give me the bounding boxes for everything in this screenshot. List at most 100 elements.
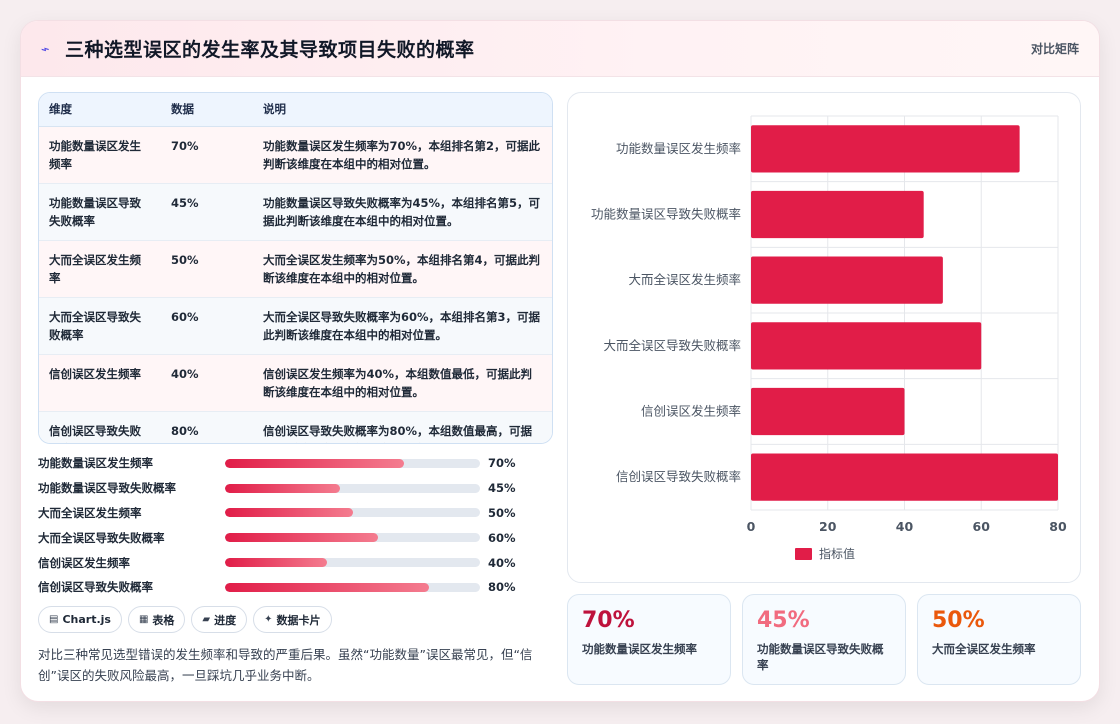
x-tick-label: 60 — [973, 519, 991, 534]
cell-value: 80% — [171, 423, 199, 438]
legend-label: 指标值 — [819, 546, 855, 561]
bar — [751, 322, 982, 370]
x-tick-label: 20 — [819, 519, 837, 534]
column-header-dimension: 维度 — [39, 93, 161, 127]
category-label: 功能数量误区发生频率 — [616, 141, 741, 156]
table-row: 信创误区导致失败概率 80% 信创误区导致失败概率为80%，本组数值最高，可据此判断… — [39, 411, 552, 444]
chip-row: ▤ Chart.js ▦ 表格 ▰ 进度 ✦ 数据卡片 — [38, 606, 332, 633]
category-label: 信创误区导致失败概率 — [616, 469, 741, 484]
progress-row: 大而全误区发生频率 50% — [38, 501, 553, 526]
progress-fill — [225, 508, 353, 518]
bar — [751, 256, 943, 304]
progress-track — [225, 508, 480, 518]
chip-label: 进度 — [214, 613, 237, 627]
chip-label: Chart.js — [62, 613, 111, 626]
bar — [751, 453, 1058, 501]
chip-progress[interactable]: ▰ 进度 — [191, 606, 248, 633]
data-table-container: 维度 数据 说明 功能数量误区发生频率 70% 功能数量误区发生频率为70%，本组排… — [38, 92, 553, 444]
cell-description: 信创误区发生频率为40%，本组数值最低，可据此判断该维度在本组中的相对位置。 — [263, 366, 533, 399]
cell-value: 45% — [171, 195, 199, 210]
progress-fill — [225, 558, 327, 568]
chip-table[interactable]: ▦ 表格 — [127, 606, 186, 633]
cell-dimension: 大而全误区导致失败概率 — [49, 309, 141, 342]
cell-dimension: 功能数量误区发生频率 — [49, 138, 141, 171]
stat-label: 功能数量误区发生频率 — [582, 642, 697, 656]
progress-value: 70% — [488, 456, 516, 471]
chip-label: 数据卡片 — [276, 613, 321, 627]
progress-track — [225, 558, 480, 568]
progress-label: 功能数量误区发生频率 — [38, 456, 153, 471]
stat-card: 50% 大而全误区发生频率 — [917, 594, 1081, 685]
stat-card: 45% 功能数量误区导致失败概率 — [742, 594, 906, 685]
cell-value: 70% — [171, 138, 199, 153]
table-row: 功能数量误区发生频率 70% 功能数量误区发生频率为70%，本组排名第2，可据此判断… — [39, 126, 552, 183]
summary-text: 对比三种常见选型错误的发生频率和导致的严重后果。虽然“功能数量”误区最常见，但“… — [38, 647, 533, 683]
progress-fill — [225, 483, 340, 493]
column-header-description: 说明 — [253, 93, 552, 127]
cell-value: 60% — [171, 309, 199, 324]
bar — [751, 190, 924, 239]
progress-value: 40% — [488, 555, 516, 570]
progress-track — [225, 458, 480, 468]
x-tick-label: 80 — [1049, 519, 1067, 534]
cell-value: 50% — [171, 252, 199, 267]
progress-fill — [225, 458, 404, 468]
table-row: 大而全误区导致失败概率 60% 大而全误区导致失败概率为60%，本组排名第3，可据此… — [39, 297, 552, 354]
cell-description: 信创误区导致失败概率为80%，本组数值最高，可据此判断该维度在本组中的相对位置。 — [263, 423, 533, 444]
stat-value: 70% — [582, 608, 635, 633]
stat-value: 45% — [757, 608, 810, 633]
chip-label: 表格 — [152, 613, 175, 627]
progress-row: 大而全误区导致失败概率 60% — [38, 525, 553, 550]
progress-label: 信创误区发生频率 — [38, 555, 130, 570]
chip-chart[interactable]: ▤ Chart.js — [38, 606, 122, 633]
cell-dimension: 信创误区发生频率 — [49, 366, 141, 381]
x-tick-label: 0 — [747, 519, 756, 534]
progress-value: 60% — [488, 530, 516, 545]
progress-row: 功能数量误区发生频率 70% — [38, 451, 553, 476]
stat-label: 大而全误区发生频率 — [932, 642, 1036, 656]
progress-label: 信创误区导致失败概率 — [38, 580, 153, 595]
column-header-data: 数据 — [161, 93, 253, 127]
stat-value: 50% — [932, 608, 985, 633]
bar — [751, 387, 905, 436]
progress-row: 功能数量误区导致失败概率 45% — [38, 476, 553, 501]
table-row: 功能数量误区导致失败概率 45% 功能数量误区导致失败概率为45%，本组排名第5，可… — [39, 183, 552, 240]
cell-description: 功能数量误区发生频率为70%，本组排名第2，可据此判断该维度在本组中的相对位置。 — [263, 138, 541, 171]
x-tick-label: 40 — [896, 519, 914, 534]
cell-description: 大而全误区导致失败概率为60%，本组排名第3，可据此判断该维度在本组中的相对位置… — [263, 309, 541, 342]
stat-cards: 70% 功能数量误区发生频率 45% 功能数量误区导致失败概率 50% 大而全误区发生频率 — [567, 594, 1081, 685]
bar — [751, 125, 1020, 173]
progress-row: 信创误区导致失败概率 80% — [38, 575, 553, 600]
progress-track — [225, 483, 480, 493]
stat-label: 功能数量误区导致失败概率 — [757, 642, 884, 672]
progress-track — [225, 533, 480, 543]
cell-description: 大而全误区发生频率为50%，本组排名第4，可据此判断该维度在本组中的相对位置。 — [263, 252, 541, 285]
progress-fill — [225, 582, 429, 592]
progress-value: 45% — [488, 481, 516, 496]
progress-list: 功能数量误区发生频率 70% 功能数量误区导致失败概率 45% 大而全误区发生频率 50%… — [38, 451, 553, 600]
card-header: ⌁ 三种选型误区的发生率及其导致项目失败的概率 对比矩阵 — [21, 21, 1099, 77]
progress-row: 信创误区发生频率 40% — [38, 550, 553, 575]
category-label: 大而全误区导致失败概率 — [603, 338, 741, 353]
chip-sparkle[interactable]: ✦ 数据卡片 — [253, 606, 332, 633]
progress-track — [225, 582, 480, 592]
progress-fill — [225, 533, 378, 543]
lightning-icon: ⌁ — [39, 40, 52, 59]
chart-icon: ▤ — [49, 614, 59, 625]
category-label: 大而全误区发生频率 — [628, 272, 741, 287]
header-tag: 对比矩阵 — [1030, 42, 1079, 56]
category-label: 信创误区发生频率 — [641, 404, 741, 419]
cell-value: 40% — [171, 366, 199, 381]
cell-description: 功能数量误区导致失败概率为45%，本组排名第5，可据此判断该维度在本组中的相对位… — [263, 195, 541, 228]
table-row: 信创误区发生频率 40% 信创误区发生频率为40%，本组数值最低，可据此判断该维度在… — [39, 354, 552, 411]
progress-value: 50% — [488, 505, 516, 520]
progress-label: 大而全误区发生频率 — [38, 505, 142, 520]
page-title: 三种选型误区的发生率及其导致项目失败的概率 — [65, 39, 475, 61]
progress-label: 大而全误区导致失败概率 — [38, 530, 165, 545]
cell-dimension: 功能数量误区导致失败概率 — [49, 195, 141, 228]
progress-value: 80% — [488, 580, 516, 595]
legend-swatch — [795, 548, 812, 560]
table-icon: ▦ — [138, 614, 149, 625]
table-row: 大而全误区发生频率 50% 大而全误区发生频率为50%，本组排名第4，可据此判断该维… — [39, 240, 552, 297]
chart-panel: 功能数量误区发生频率 功能数量误区导致失败概率 大而全误区发生频率 大而全误区导致失败… — [567, 92, 1081, 583]
